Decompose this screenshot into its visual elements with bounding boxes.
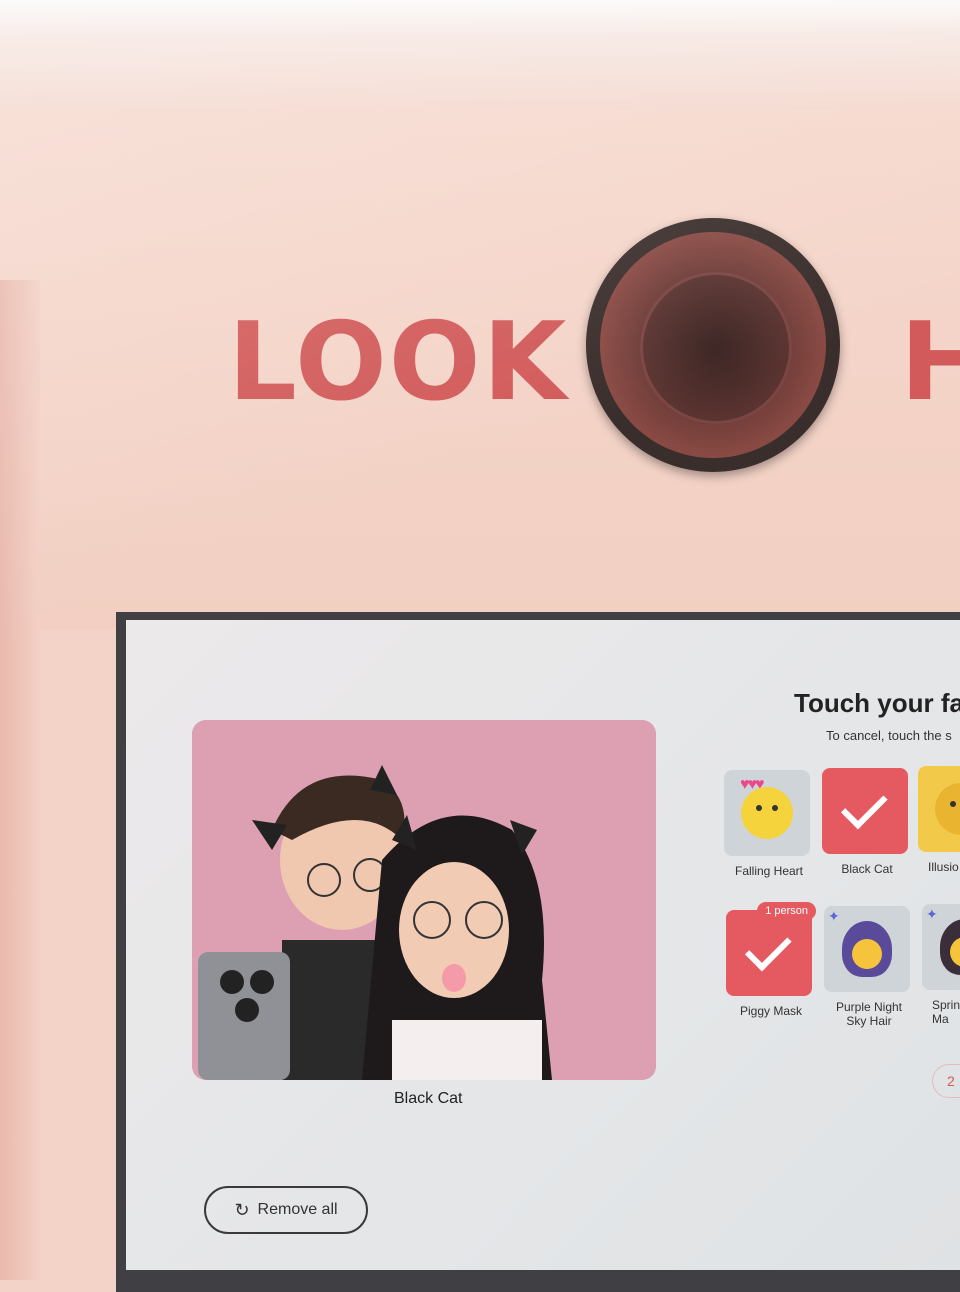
face-icon	[852, 939, 882, 969]
touch-screen: Black Cat Touch your fa To cancel, touch…	[126, 620, 960, 1270]
remove-all-button[interactable]: ↻ Remove all	[204, 1186, 368, 1234]
filter-piggy-mask[interactable]: 1 person Piggy Mask	[726, 902, 816, 1018]
filter-label: Black Cat	[841, 862, 893, 876]
person-count-badge: 1 person	[757, 902, 816, 920]
page-subtitle: To cancel, touch the s	[826, 728, 952, 743]
sparkle-icon: ✦	[926, 906, 938, 922]
filter-tile-selected: 1 person	[726, 902, 816, 996]
face-icon	[950, 937, 960, 967]
girl-avatar-icon	[842, 921, 892, 977]
filter-purple-night-sky-hair[interactable]: ✦ Purple Night Sky Hair	[824, 906, 914, 1028]
filter-tile-selected	[822, 768, 908, 854]
smiley-face-icon	[741, 787, 793, 839]
sign-look: LOOK	[228, 300, 569, 425]
camera-lens-glass	[640, 272, 792, 424]
booth-edge	[0, 280, 40, 1280]
remove-all-label: Remove all	[257, 1201, 338, 1218]
mask-face-icon	[935, 783, 960, 835]
page-number: 2	[947, 1073, 955, 1089]
sign-right-fragment: H	[900, 300, 960, 425]
girl-avatar-icon	[940, 919, 960, 975]
filter-falling-heart[interactable]: ♥♥♥ Falling Heart	[724, 770, 814, 878]
selected-filter-label: Black Cat	[394, 1090, 463, 1107]
camera-preview	[192, 720, 656, 1080]
filter-label: Piggy Mask	[739, 1004, 803, 1018]
page-indicator[interactable]: 2	[932, 1064, 960, 1098]
filter-label: Illusio	[928, 860, 959, 874]
preview-photo	[192, 720, 656, 1080]
filter-label: Purple Night Sky Hair	[835, 1000, 903, 1028]
filter-illusion[interactable]: Illusio	[918, 766, 960, 874]
sparkle-icon: ✦	[828, 908, 840, 924]
check-icon	[744, 924, 792, 972]
filter-tile: ✦	[922, 904, 960, 990]
filter-spring[interactable]: ✦ Spring Ma	[922, 904, 960, 1026]
page-title: Touch your fa	[794, 688, 960, 718]
filter-tile	[918, 766, 960, 852]
filter-label: Spring Ma	[932, 998, 960, 1026]
filter-black-cat[interactable]: Black Cat	[822, 768, 912, 876]
filter-label: Falling Heart	[734, 864, 804, 878]
check-icon	[840, 782, 888, 830]
filter-tile: ✦	[824, 906, 910, 992]
filter-tile: ♥♥♥	[724, 770, 810, 856]
refresh-icon: ↻	[234, 1199, 250, 1220]
booth-top	[0, 0, 960, 120]
